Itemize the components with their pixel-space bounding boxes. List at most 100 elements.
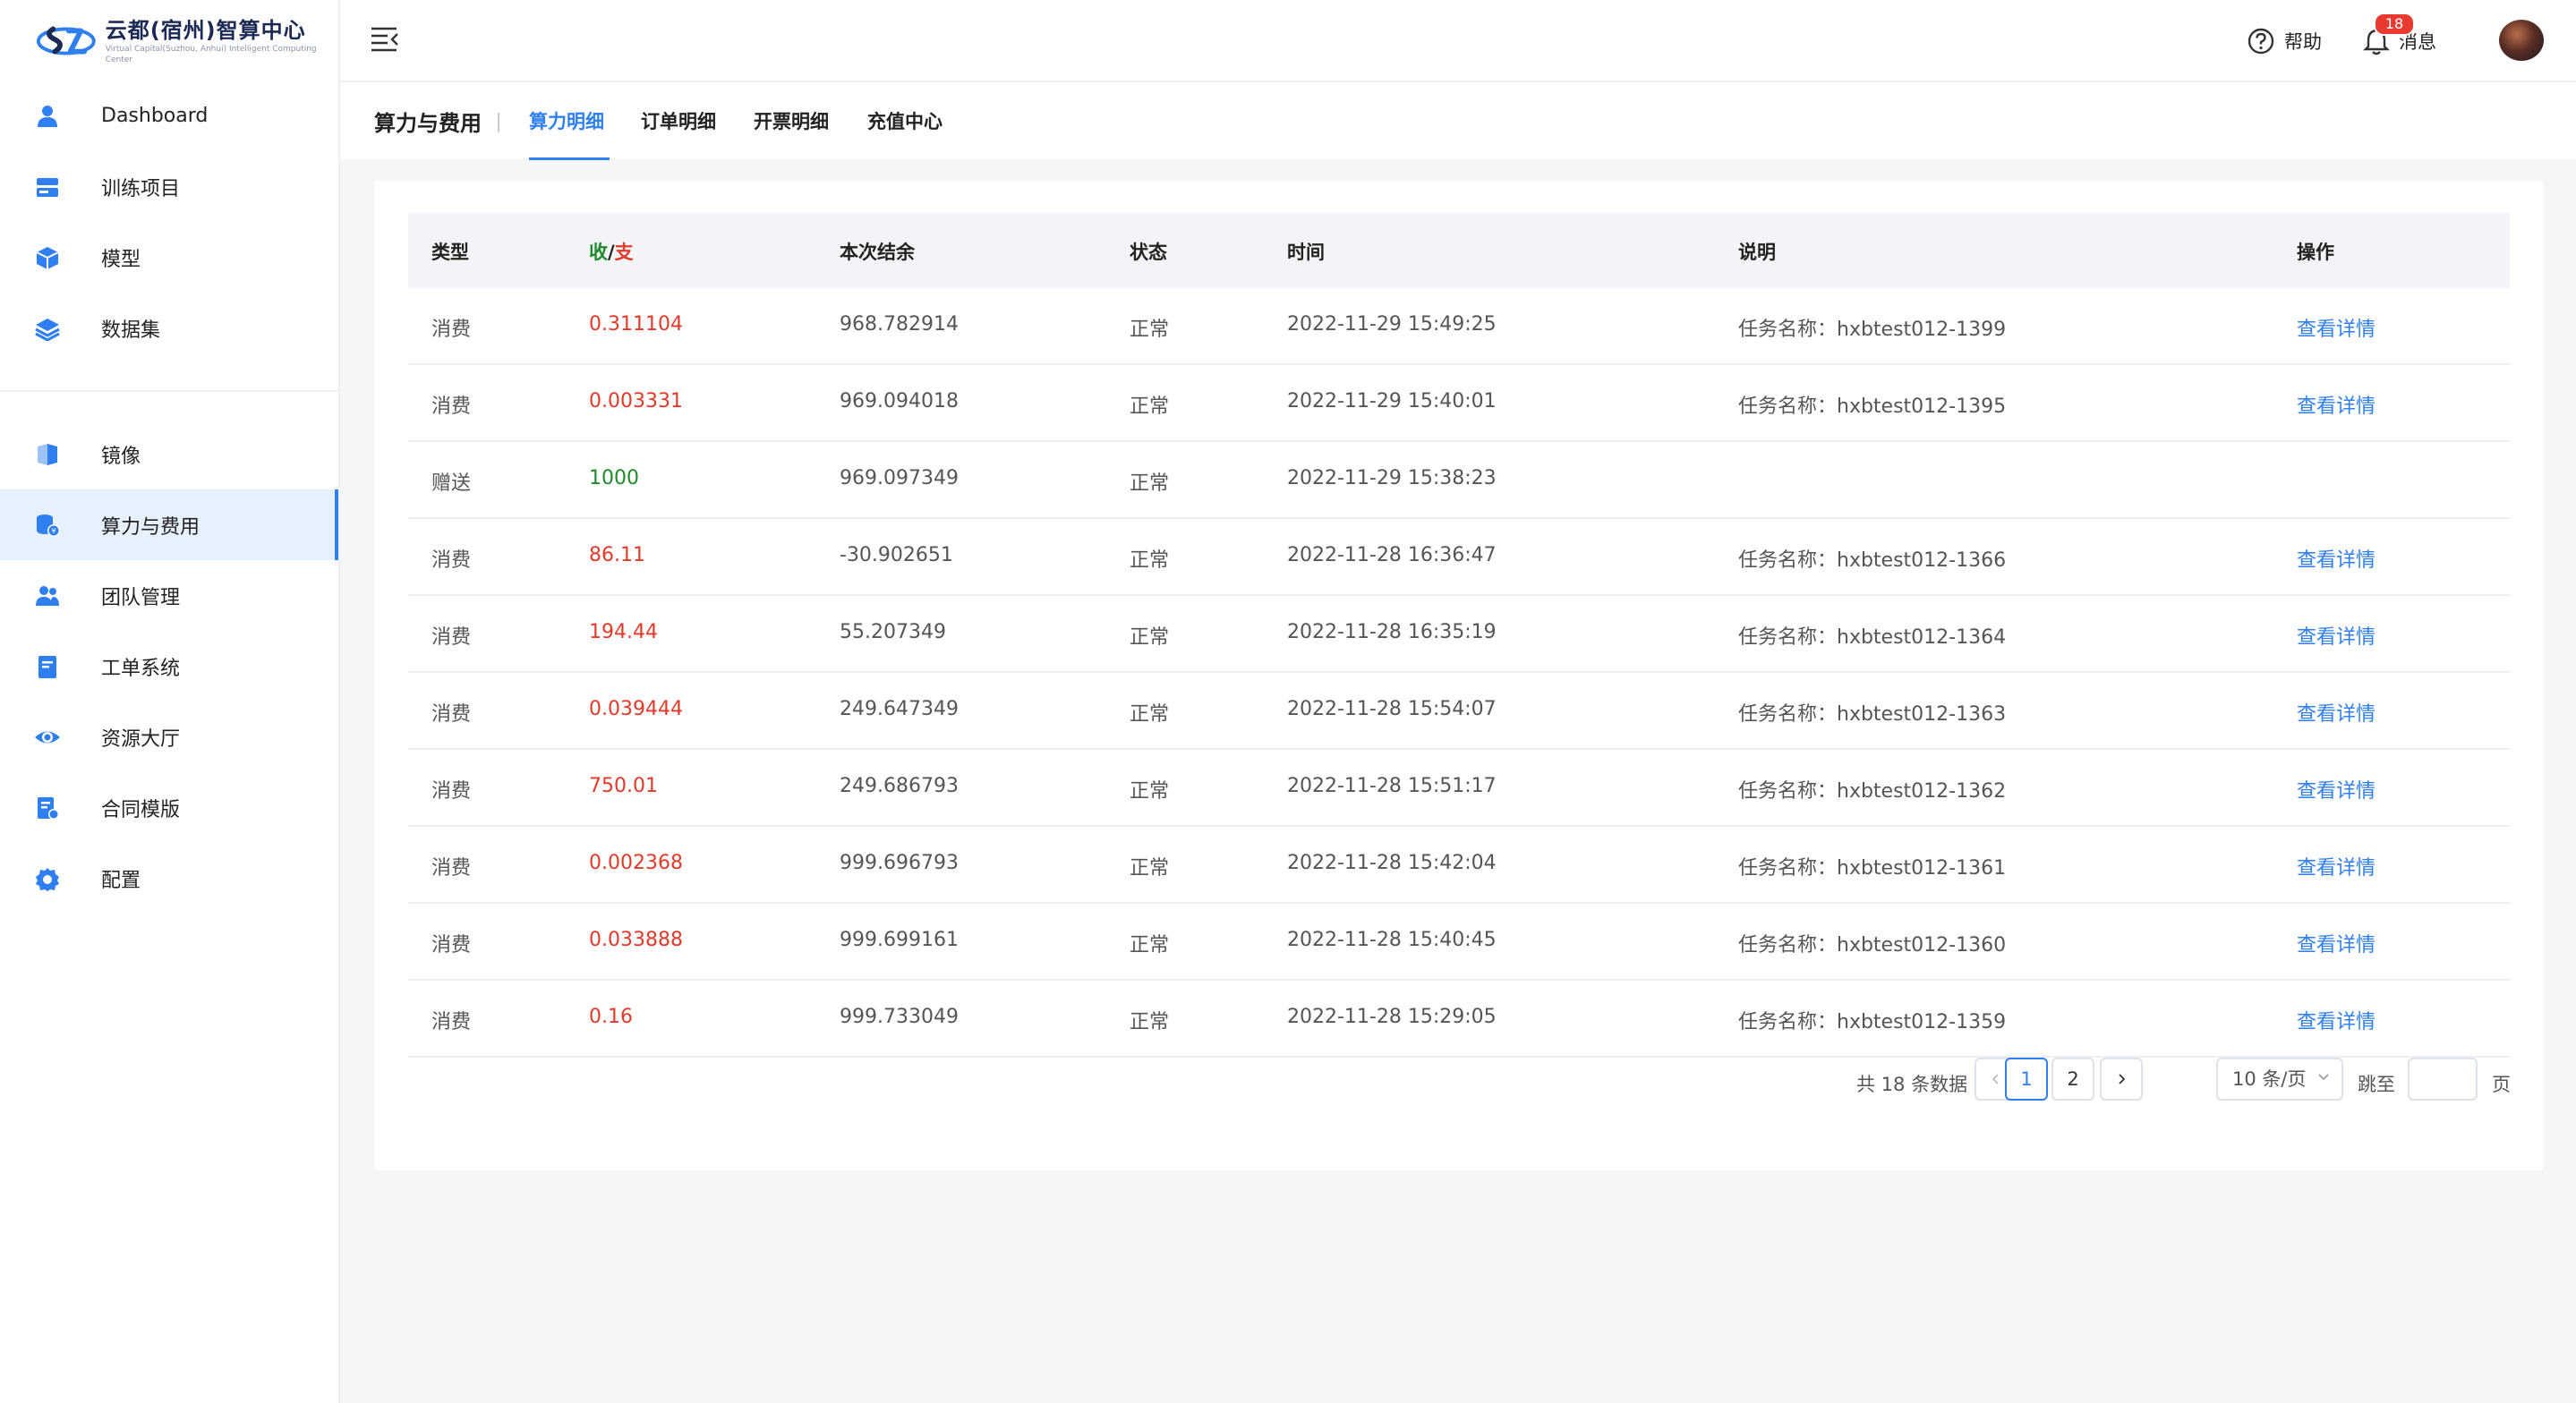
cell-description: 任务名称：hxbtest012-1360	[1738, 934, 2007, 957]
page-button-2[interactable]: 2	[2051, 1058, 2094, 1101]
cell-type: 消费	[431, 395, 472, 418]
header-income-expense: 收/支	[589, 238, 634, 265]
cell-balance: 969.094018	[840, 390, 959, 412]
cell-balance: 55.207349	[840, 621, 946, 643]
mirror-icon	[38, 444, 57, 465]
cell-amount: 0.039444	[589, 698, 683, 720]
cell-balance: 968.782914	[840, 313, 959, 336]
cell-description: 任务名称：hxbtest012-1361	[1738, 857, 2007, 880]
sidebar-item-billing[interactable]: ¥ 算力与费用	[0, 489, 338, 560]
sidebar-item-label: 资源大厅	[101, 727, 181, 751]
menu-collapse-icon[interactable]	[370, 25, 400, 52]
messages-count-badge: 18	[2374, 13, 2415, 36]
view-detail-link[interactable]: 查看详情	[2297, 852, 2376, 880]
sidebar-item-training[interactable]: 训练项目	[0, 151, 338, 222]
cell-time: 2022-11-29 15:38:23	[1287, 467, 1497, 489]
table-row: 消费 194.44 55.207349 正常 2022-11-28 16:35:19 任务…	[408, 596, 2510, 673]
chevron-right-icon	[2119, 1074, 2126, 1084]
sidebar-item-contract[interactable]: 合同模版	[0, 772, 338, 843]
cell-type: 消费	[431, 1011, 472, 1033]
next-page-button[interactable]	[2100, 1058, 2143, 1101]
cell-time: 2022-11-28 16:35:19	[1287, 621, 1497, 643]
sidebar-item-resource[interactable]: 资源大厅	[0, 702, 338, 772]
header-action: 操作	[2297, 242, 2334, 263]
sidebar-item-dataset[interactable]: 数据集	[0, 293, 338, 363]
view-detail-link[interactable]: 查看详情	[2297, 775, 2376, 804]
jump-page-input[interactable]	[2408, 1058, 2478, 1101]
tab-order-detail[interactable]: 订单明细	[641, 107, 716, 134]
ticket-icon	[38, 656, 56, 678]
page-suffix-label: 页	[2492, 1074, 2511, 1095]
sidebar-item-model[interactable]: 模型	[0, 222, 338, 293]
table-body: 消费 0.311104 968.782914 正常 2022-11-29 15:49:2…	[408, 288, 2510, 1058]
sidebar-item-label: 训练项目	[101, 177, 181, 200]
page-size-select[interactable]: 10 条/页	[2216, 1058, 2343, 1101]
cell-description: 任务名称：hxbtest012-1362	[1738, 780, 2007, 803]
view-detail-link[interactable]: 查看详情	[2297, 544, 2376, 573]
cell-time: 2022-11-28 15:54:07	[1287, 698, 1497, 720]
active-tab-indicator	[529, 157, 610, 160]
logo-icon	[36, 26, 96, 55]
view-detail-link[interactable]: 查看详情	[2297, 929, 2376, 957]
header-income: 收	[589, 242, 608, 263]
cell-balance: 999.699161	[840, 929, 959, 951]
brand-subtitle: Virtual Capital(Suzhou, Anhui) Intellige…	[105, 45, 317, 64]
cell-type: 消费	[431, 780, 472, 803]
cell-type: 消费	[431, 319, 472, 341]
help-button[interactable]: 帮助	[2247, 25, 2345, 57]
cell-time: 2022-11-28 15:42:04	[1287, 852, 1497, 874]
cell-type: 消费	[431, 703, 472, 726]
sidebar-item-label: 工单系统	[101, 657, 181, 680]
table-row: 消费 0.311104 968.782914 正常 2022-11-29 15:49:2…	[408, 288, 2510, 365]
sidebar-divider	[0, 390, 338, 392]
cell-status: 正常	[1130, 857, 1170, 880]
page-title: 算力与费用	[374, 111, 482, 136]
eye-icon	[35, 731, 60, 744]
cell-description: 任务名称：hxbtest012-1399	[1738, 319, 2007, 341]
cell-description: 任务名称：hxbtest012-1366	[1738, 549, 2007, 572]
billing-icon: ¥	[37, 514, 60, 537]
cell-status: 正常	[1130, 934, 1170, 957]
view-detail-link[interactable]: 查看详情	[2297, 698, 2376, 727]
sidebar-item-dashboard[interactable]: Dashboard	[0, 81, 338, 151]
tab-invoice-detail[interactable]: 开票明细	[754, 107, 829, 134]
cell-amount: 0.16	[589, 1006, 633, 1028]
page-button-1[interactable]: 1	[2005, 1058, 2048, 1101]
cell-time: 2022-11-28 16:36:47	[1287, 544, 1497, 566]
pagination: 共 18 条数据 1 2 10 条/页 跳至 页	[374, 1058, 2544, 1104]
cell-amount: 750.01	[589, 775, 658, 797]
sidebar-item-ticket[interactable]: 工单系统	[0, 631, 338, 702]
sidebar-nav: Dashboard 训练项目 模型 数据集 镜像 ¥ 算力与费用 团队管理 工单…	[0, 81, 338, 914]
cell-time: 2022-11-28 15:51:17	[1287, 775, 1497, 797]
contract-icon	[38, 797, 59, 820]
chevron-down-icon	[2318, 1074, 2329, 1081]
tab-compute-detail[interactable]: 算力明细	[529, 107, 604, 134]
cell-amount: 1000	[589, 467, 639, 489]
cell-status: 正常	[1130, 626, 1170, 649]
logo[interactable]: 云都(宿州)智算中心 Virtual Capital(Suzhou, Anhui…	[36, 14, 338, 68]
cell-type: 消费	[431, 934, 472, 957]
brand-title: 云都(宿州)智算中心	[105, 18, 306, 43]
sidebar-item-mirror[interactable]: 镜像	[0, 419, 338, 489]
view-detail-link[interactable]: 查看详情	[2297, 621, 2376, 650]
help-icon	[2248, 28, 2274, 55]
view-detail-link[interactable]: 查看详情	[2297, 313, 2376, 342]
view-detail-link[interactable]: 查看详情	[2297, 390, 2376, 419]
user-avatar[interactable]	[2499, 20, 2544, 61]
view-detail-link[interactable]: 查看详情	[2297, 1006, 2376, 1034]
sidebar-item-settings[interactable]: 配置	[0, 843, 338, 914]
header-type: 类型	[431, 242, 469, 263]
cell-status: 正常	[1130, 1011, 1170, 1033]
cell-amount: 194.44	[589, 621, 658, 643]
cell-amount: 0.003331	[589, 390, 683, 412]
help-label: 帮助	[2284, 31, 2322, 53]
sidebar-item-team[interactable]: 团队管理	[0, 560, 338, 631]
cell-type: 消费	[431, 626, 472, 649]
cell-status: 正常	[1130, 703, 1170, 726]
tab-recharge-center[interactable]: 充值中心	[867, 107, 943, 134]
cell-description: 任务名称：hxbtest012-1363	[1738, 703, 2007, 726]
cell-balance: 999.733049	[840, 1006, 959, 1028]
user-icon	[38, 106, 57, 127]
cell-balance: 249.686793	[840, 775, 959, 797]
pagination-total: 共 18 条数据	[1856, 1074, 1968, 1095]
